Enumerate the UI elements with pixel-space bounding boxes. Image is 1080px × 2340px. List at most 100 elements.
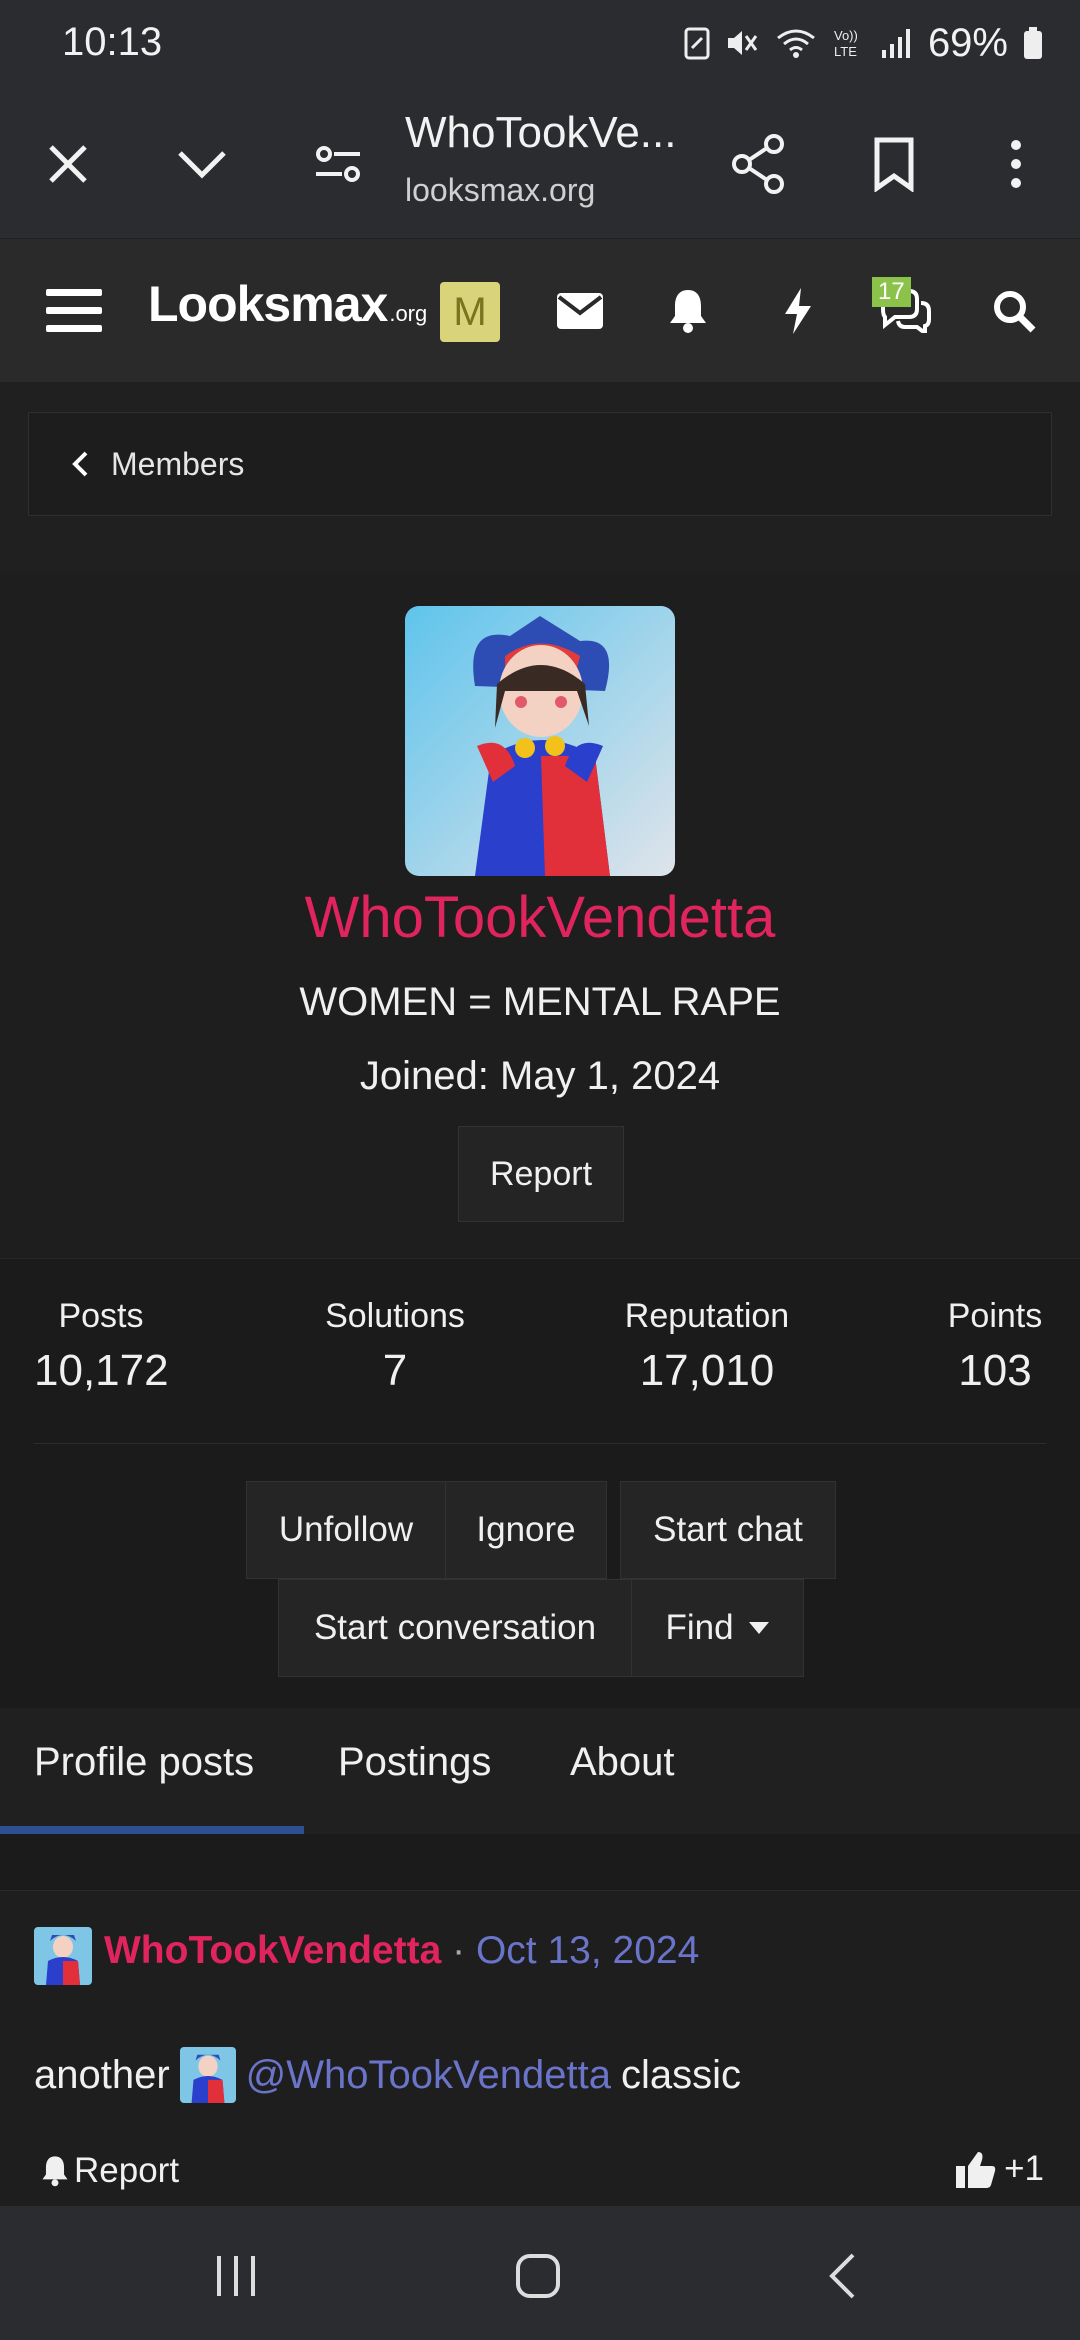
stat-value: 7	[382, 1346, 408, 1395]
find-label: Find	[665, 1608, 734, 1647]
search-icon	[994, 291, 1036, 333]
stat-label: Points	[947, 1297, 1043, 1335]
whats-new-button[interactable]	[762, 275, 834, 347]
site-settings-button[interactable]	[302, 128, 374, 200]
stat-posts[interactable]: Posts 10,172	[34, 1297, 169, 1396]
tab-profile-posts[interactable]: Profile posts	[34, 1740, 254, 1785]
svg-text:LTE: LTE	[834, 44, 857, 59]
status-icons: Vo)) LTE 69%	[684, 18, 1044, 68]
tab-about[interactable]: About	[570, 1740, 675, 1785]
post-date[interactable]: Oct 13, 2024	[476, 1929, 699, 1972]
site-navbar: Looksmax.org M 17	[0, 238, 1080, 382]
volte-icon: Vo))LTE	[834, 28, 858, 59]
tab-title[interactable]: WhoTookVe...	[405, 108, 685, 158]
post-report-link[interactable]: Report	[40, 2151, 179, 2191]
stat-label: Posts	[58, 1297, 144, 1335]
collapse-button[interactable]	[166, 128, 238, 200]
system-navigation-bar	[0, 2206, 1080, 2340]
post-author[interactable]: WhoTookVendetta	[104, 1929, 441, 1972]
profile-username: WhoTookVendetta	[304, 885, 776, 950]
profile-avatar[interactable]	[405, 606, 675, 876]
signal-icon	[881, 29, 910, 58]
close-tab-button[interactable]	[32, 128, 104, 200]
back-icon	[829, 2253, 855, 2299]
post-meta: WhoTookVendetta · Oct 13, 2024	[104, 1929, 699, 1973]
report-button[interactable]: Report	[458, 1126, 624, 1222]
profile-tabs: Profile posts Postings About	[0, 1708, 1080, 1834]
like-count: +1	[1004, 2149, 1044, 2188]
battery-saver-icon	[684, 27, 710, 60]
browser-menu-button[interactable]	[980, 128, 1052, 200]
site-logo[interactable]: Looksmax.org	[148, 275, 427, 333]
menu-button[interactable]	[38, 275, 110, 347]
breadcrumb-area: Members	[0, 382, 1080, 572]
find-dropdown-button[interactable]: Find	[631, 1579, 804, 1677]
alerts-button[interactable]	[652, 275, 724, 347]
home-icon	[516, 2254, 560, 2298]
mute-icon	[727, 31, 758, 55]
post-text-before: another	[34, 2052, 170, 2097]
breadcrumb[interactable]: Members	[28, 412, 1052, 516]
breadcrumb-label: Members	[111, 445, 245, 482]
share-button[interactable]	[722, 128, 794, 200]
start-conversation-button[interactable]: Start conversation	[278, 1579, 632, 1677]
unfollow-button[interactable]: Unfollow	[246, 1481, 446, 1579]
user-avatar-badge[interactable]: M	[440, 282, 500, 342]
status-time: 10:13	[62, 20, 163, 64]
chat-count-badge: 17	[872, 277, 911, 307]
start-chat-button[interactable]: Start chat	[620, 1481, 836, 1579]
caret-down-icon	[748, 1622, 769, 1634]
mention-avatar	[179, 2047, 236, 2103]
user-title: WOMEN = MENTAL RAPE	[299, 980, 781, 1024]
stat-label: Solutions	[325, 1297, 465, 1335]
bookmark-icon	[874, 137, 914, 192]
search-button[interactable]	[978, 275, 1050, 347]
avatar-image	[405, 606, 675, 876]
hamburger-icon	[46, 289, 102, 332]
bolt-icon	[785, 288, 811, 334]
stat-value: 17,010	[639, 1346, 775, 1395]
active-tab-indicator	[0, 1826, 304, 1834]
recent-apps-button[interactable]	[196, 2236, 276, 2316]
stat-solutions[interactable]: Solutions 7	[300, 1297, 490, 1396]
address-url[interactable]: looksmax.org	[405, 172, 595, 209]
tune-icon	[316, 146, 360, 182]
avatar-image	[179, 2047, 236, 2103]
joined-date: Joined: May 1, 2024	[359, 1054, 721, 1098]
recents-icon	[217, 2256, 255, 2296]
more-vert-icon	[1011, 140, 1021, 188]
meta-separator: ·	[452, 1929, 466, 1972]
back-button[interactable]	[802, 2236, 882, 2316]
stat-value: 103	[958, 1346, 1032, 1395]
home-button[interactable]	[498, 2236, 578, 2316]
chevron-left-icon	[72, 451, 88, 477]
bookmark-button[interactable]	[858, 128, 930, 200]
post-author-avatar[interactable]	[34, 1927, 92, 1985]
chevron-down-icon	[178, 151, 226, 179]
svg-text:Vo)): Vo))	[834, 28, 858, 43]
stats-section: Posts 10,172 Solutions 7 Reputation 17,0…	[0, 1258, 1080, 1708]
post-report-label: Report	[74, 2151, 180, 2190]
post-like-button[interactable]: +1	[956, 2149, 1044, 2189]
profile-post: WhoTookVendetta · Oct 13, 2024 another @…	[0, 1890, 1080, 2206]
thumbs-up-icon	[956, 2152, 996, 2188]
stat-reputation[interactable]: Reputation 17,010	[600, 1297, 814, 1396]
bell-icon	[670, 290, 706, 333]
browser-toolbar: WhoTookVe... looksmax.org	[0, 88, 1080, 238]
ignore-button[interactable]: Ignore	[445, 1481, 607, 1579]
status-bar: 10:13 Vo)) LTE 69%	[0, 0, 1080, 88]
stat-value: 10,172	[34, 1346, 169, 1395]
stat-points[interactable]: Points 103	[930, 1297, 1060, 1396]
profile-header: WhoTookVendetta WOMEN = MENTAL RAPE Join…	[0, 572, 1080, 1258]
user-mention-link[interactable]: @WhoTookVendetta	[246, 2053, 611, 2098]
avatar-image	[34, 1927, 92, 1985]
battery-icon	[1024, 27, 1042, 59]
logo-tld: .org	[389, 301, 428, 326]
battery-percentage: 69%	[927, 20, 1008, 65]
inbox-button[interactable]	[544, 275, 616, 347]
envelope-icon	[557, 293, 603, 329]
tab-postings[interactable]: Postings	[338, 1740, 491, 1785]
post-text-after: classic	[620, 2052, 741, 2097]
bell-icon	[42, 2156, 68, 2187]
share-icon	[732, 134, 784, 194]
